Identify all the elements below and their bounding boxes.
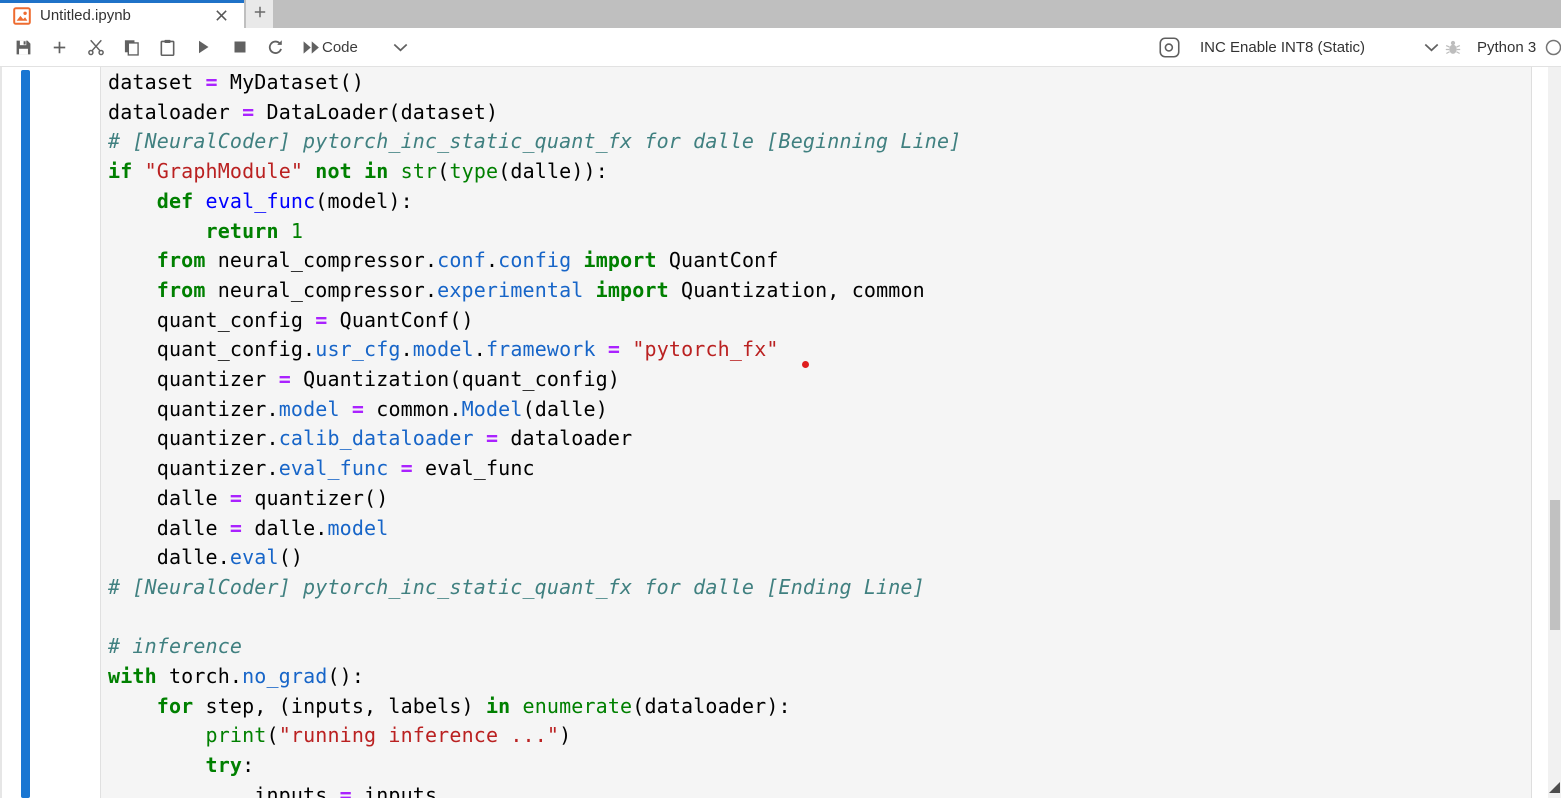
cell-type-value: Code	[322, 39, 358, 56]
code-line: print("running inference ...")	[108, 721, 1531, 751]
code-line: quant_config = QuantConf()	[108, 306, 1531, 336]
interrupt-kernel-button[interactable]	[230, 38, 249, 57]
run-icon	[196, 39, 211, 55]
insert-cell-button[interactable]	[50, 38, 69, 57]
code-line: dalle = quantizer()	[108, 484, 1531, 514]
code-line: return 1	[108, 217, 1531, 247]
bug-icon[interactable]	[1444, 38, 1462, 56]
tab-title: Untitled.ipynb	[40, 7, 214, 24]
run-cell-button[interactable]	[194, 38, 213, 57]
code-line: for step, (inputs, labels) in enumerate(…	[108, 692, 1531, 722]
panel-left-edge	[0, 67, 2, 798]
chevron-down-icon[interactable]	[393, 43, 408, 52]
code-content: dataset = MyDataset()dataloader = DataLo…	[108, 68, 1531, 798]
save-button[interactable]	[14, 38, 33, 57]
copy-cells-button[interactable]	[122, 38, 141, 57]
fast-forward-icon	[302, 40, 321, 55]
code-line: quant_config.usr_cfg.model.framework = "…	[108, 335, 1531, 365]
code-line	[108, 603, 1531, 633]
cut-icon	[87, 39, 105, 56]
cell-collapser[interactable]	[21, 70, 30, 798]
code-line: dalle.eval()	[108, 543, 1531, 573]
close-icon[interactable]	[214, 9, 228, 23]
code-line: with torch.no_grad():	[108, 662, 1531, 692]
paste-icon	[159, 39, 176, 56]
code-line: dalle = dalle.model	[108, 514, 1531, 544]
code-line: quantizer = Quantization(quant_config)	[108, 365, 1531, 395]
tab-bar: Untitled.ipynb	[0, 0, 1561, 28]
annotation-dot	[802, 361, 809, 368]
neural-coder-icon	[1159, 37, 1180, 58]
new-tab-button[interactable]	[246, 0, 273, 28]
code-line: dataset = MyDataset()	[108, 68, 1531, 98]
add-cell-icon	[51, 39, 68, 56]
tab-untitled-notebook[interactable]: Untitled.ipynb	[0, 0, 244, 28]
stop-icon	[233, 40, 247, 54]
save-icon	[15, 39, 32, 56]
code-line: try:	[108, 751, 1531, 781]
code-line: dataloader = DataLoader(dataset)	[108, 98, 1531, 128]
restart-icon	[267, 39, 284, 56]
copy-icon	[123, 39, 140, 56]
kernel-name[interactable]: Python 3	[1477, 28, 1536, 66]
scroll-corner-icon	[1549, 782, 1560, 793]
code-line: # [NeuralCoder] pytorch_inc_static_quant…	[108, 573, 1531, 603]
code-line: quantizer.eval_func = eval_func	[108, 454, 1531, 484]
notebook-icon	[13, 7, 31, 25]
code-line: # inference	[108, 632, 1531, 662]
neural-coder-selector[interactable]: INC Enable INT8 (Static)	[1159, 28, 1447, 66]
code-line: quantizer.calib_dataloader = dataloader	[108, 424, 1531, 454]
cut-cells-button[interactable]	[86, 38, 105, 57]
notebook-toolbar: Code INC Enable INT8 (Static) Python 3	[0, 28, 1561, 67]
neural-coder-value: INC Enable INT8 (Static)	[1200, 39, 1365, 56]
code-line: from neural_compressor.experimental impo…	[108, 276, 1531, 306]
code-line: quantizer.model = common.Model(dalle)	[108, 395, 1531, 425]
restart-run-all-button[interactable]	[302, 38, 321, 57]
vertical-scrollbar[interactable]	[1548, 67, 1561, 798]
toolbar-button-group	[14, 28, 321, 66]
kernel-idle-icon	[1545, 39, 1561, 56]
paste-cells-button[interactable]	[158, 38, 177, 57]
code-line: def eval_func(model):	[108, 187, 1531, 217]
add-tab-icon	[252, 4, 268, 25]
code-line: # [NeuralCoder] pytorch_inc_static_quant…	[108, 127, 1531, 157]
chevron-down-icon	[1424, 43, 1439, 52]
code-cell-editor[interactable]: dataset = MyDataset()dataloader = DataLo…	[100, 67, 1532, 798]
code-line: inputs = inputs	[108, 781, 1531, 798]
scrollbar-thumb[interactable]	[1550, 500, 1560, 630]
cell-type-dropdown[interactable]: Code	[322, 28, 358, 66]
code-line: if "GraphModule" not in str(type(dalle))…	[108, 157, 1531, 187]
code-line: from neural_compressor.conf.config impor…	[108, 246, 1531, 276]
restart-kernel-button[interactable]	[266, 38, 285, 57]
